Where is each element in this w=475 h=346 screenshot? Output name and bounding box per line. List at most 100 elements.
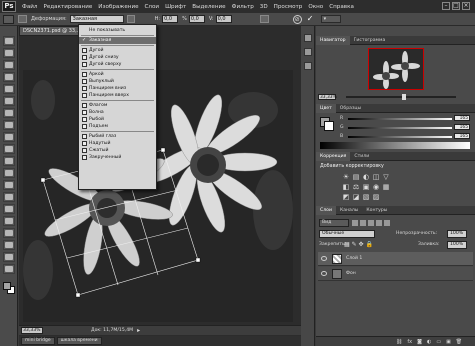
tab-color[interactable]: Цвет	[316, 104, 336, 113]
hue-saturation-adjust-icon[interactable]: ◧	[342, 184, 350, 191]
gradient-map-adjust-icon[interactable]: ▨	[372, 194, 380, 201]
filter-adjust-icon[interactable]	[360, 220, 366, 226]
warp-option-item[interactable]: Рыбой	[79, 116, 156, 123]
move-tool-icon[interactable]	[3, 36, 15, 46]
path-select-tool-icon[interactable]	[3, 228, 15, 238]
layer-row[interactable]: Фон	[318, 267, 473, 281]
new-layer-icon[interactable]: ▣	[446, 339, 451, 345]
layer-style-icon[interactable]: fx	[407, 339, 412, 345]
warp-option-item[interactable]: Надутый	[79, 140, 156, 147]
menu-layers[interactable]: Слои	[142, 4, 163, 10]
filter-type-icon[interactable]	[368, 220, 374, 226]
warp-option-item[interactable]: Волна	[79, 109, 156, 116]
eraser-tool-icon[interactable]	[3, 156, 15, 166]
image-canvas[interactable]	[23, 70, 293, 322]
channel-mixer-adjust-icon[interactable]: ▦	[382, 184, 390, 191]
color-balance-adjust-icon[interactable]: ⚖	[352, 184, 360, 191]
menu-file[interactable]: Файл	[19, 4, 40, 10]
threshold-adjust-icon[interactable]: ▧	[362, 194, 370, 201]
tab-mini-bridge[interactable]: mini bridge	[21, 337, 55, 345]
tab-swatches[interactable]: Образцы	[336, 104, 365, 113]
workspace-switcher[interactable]: ▾	[320, 15, 341, 23]
channel-g-slider[interactable]	[348, 127, 452, 129]
blur-tool-icon[interactable]	[3, 180, 15, 190]
blend-mode-select[interactable]: Обычные	[319, 230, 375, 238]
filter-smart-icon[interactable]	[384, 220, 390, 226]
channel-r-value[interactable]: 165	[454, 115, 470, 121]
filter-shape-icon[interactable]	[376, 220, 382, 226]
h-distort-field[interactable]: 0,0	[188, 15, 205, 23]
visibility-eye-icon[interactable]	[321, 256, 327, 261]
tab-styles[interactable]: Стили	[350, 152, 373, 161]
tab-timeline[interactable]: шкала времени	[56, 337, 102, 345]
photo-filter-adjust-icon[interactable]: ◉	[372, 184, 380, 191]
maximize-button[interactable]: □	[452, 2, 460, 10]
navigator-zoom-thumb[interactable]	[402, 94, 406, 100]
menu-help[interactable]: Справка	[326, 4, 357, 10]
filter-pixel-icon[interactable]	[352, 220, 358, 226]
warp-option-item[interactable]: Не показывать	[79, 27, 156, 34]
info-icon[interactable]	[304, 62, 312, 70]
eyedropper-tool-icon[interactable]	[3, 96, 15, 106]
color-ramp[interactable]	[320, 142, 470, 149]
gradient-tool-icon[interactable]	[3, 168, 15, 178]
channel-b-slider[interactable]	[348, 136, 452, 138]
visibility-eye-icon[interactable]	[321, 271, 327, 276]
warp-option-item[interactable]: Дугой снизу	[79, 54, 156, 61]
crop-tool-icon[interactable]	[3, 84, 15, 94]
dodge-tool-icon[interactable]	[3, 192, 15, 202]
bend-field[interactable]: 0,0	[162, 15, 179, 23]
warp-option-item[interactable]: Подъем	[79, 123, 156, 130]
mask-icon[interactable]: ◙	[417, 339, 422, 345]
foreground-color-tool[interactable]	[3, 282, 11, 290]
adjustment-layer-icon[interactable]: ◐	[427, 339, 431, 345]
warp-option-item[interactable]: Рыбий глаз	[79, 133, 156, 140]
posterize-adjust-icon[interactable]: ◪	[352, 194, 360, 201]
lasso-tool-icon[interactable]	[3, 60, 15, 70]
menu-select[interactable]: Выделение	[189, 4, 228, 10]
invert-adjust-icon[interactable]: ◩	[342, 194, 350, 201]
v-distort-field[interactable]: 0,0	[215, 15, 232, 23]
menu-image[interactable]: Изображение	[95, 4, 141, 10]
hand-tool-icon[interactable]	[3, 252, 15, 262]
pen-tool-icon[interactable]	[3, 204, 15, 214]
warp-option-item[interactable]: ✓ Заказная	[79, 37, 156, 44]
channel-r-slider[interactable]	[348, 118, 452, 120]
type-tool-icon[interactable]	[3, 216, 15, 226]
clone-stamp-tool-icon[interactable]	[3, 132, 15, 142]
history-icon[interactable]	[304, 34, 312, 42]
warp-option-item[interactable]: Выпуклый	[79, 78, 156, 85]
menu-3d[interactable]: 3D	[257, 4, 271, 10]
warp-option-item[interactable]: Дугой сверху	[79, 61, 156, 68]
levels-adjust-icon[interactable]: ▤	[352, 174, 360, 181]
tool-preset-picker[interactable]	[3, 14, 14, 24]
warp-option-item[interactable]: Закрученный	[79, 154, 156, 161]
layer-kind-filter[interactable]: Вид	[319, 219, 349, 227]
tab-channels[interactable]: Каналы	[336, 206, 362, 215]
quick-select-tool-icon[interactable]	[3, 72, 15, 82]
warp-option-item[interactable]: Аркой	[79, 71, 156, 78]
zoom-tool-icon[interactable]	[3, 264, 15, 274]
menu-filter[interactable]: Фильтр	[229, 4, 257, 10]
zoom-field[interactable]: 33,33%	[21, 327, 43, 334]
navigator-zoom-field[interactable]: 33,33%	[318, 94, 337, 100]
commit-transform-icon[interactable]: ✓	[306, 14, 315, 24]
menu-type[interactable]: Шрифт	[162, 4, 189, 10]
black-white-adjust-icon[interactable]: ▣	[362, 184, 370, 191]
tab-adjustments[interactable]: Коррекция	[316, 152, 351, 161]
warp-option-item[interactable]: Сжатый	[79, 147, 156, 154]
tab-layers[interactable]: Слои	[316, 206, 336, 215]
history-brush-tool-icon[interactable]	[3, 144, 15, 154]
healing-tool-icon[interactable]	[3, 108, 15, 118]
cancel-transform-icon[interactable]: ⊘	[292, 14, 302, 24]
navigator-zoom-slider[interactable]	[346, 96, 456, 98]
status-menu-arrow-icon[interactable]: ▸	[137, 327, 140, 334]
vibrance-adjust-icon[interactable]: ▽	[382, 174, 390, 181]
brush-tool-icon[interactable]	[3, 120, 15, 130]
fill-field[interactable]: 100%	[447, 241, 467, 249]
warp-option-item[interactable]: Панцирем вниз	[79, 85, 156, 92]
menu-view[interactable]: Просмотр	[271, 4, 306, 10]
channel-b-value[interactable]: 165	[454, 133, 470, 139]
lock-icons[interactable]: ▦ ✎ ✥ 🔒	[344, 241, 373, 248]
tab-paths[interactable]: Контуры	[362, 206, 391, 215]
